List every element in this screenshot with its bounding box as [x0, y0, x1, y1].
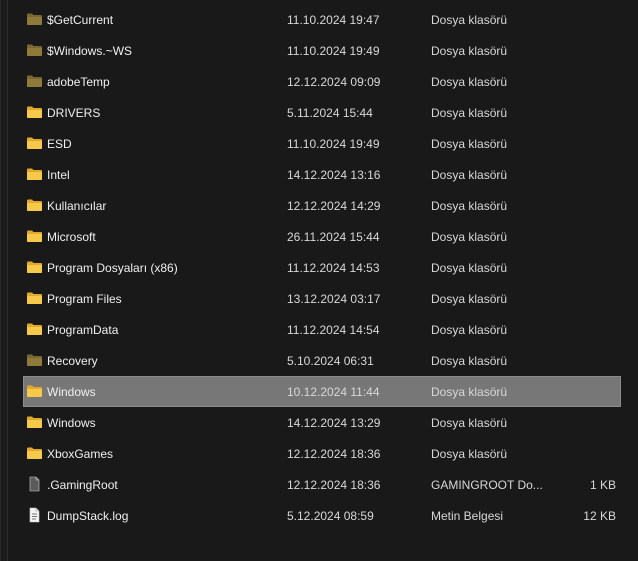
file-type: Dosya klasörü: [431, 230, 508, 244]
file-type: Dosya klasörü: [431, 292, 508, 306]
file-type: Dosya klasörü: [431, 106, 508, 120]
file-type: Dosya klasörü: [431, 385, 508, 399]
file-type: Dosya klasörü: [431, 137, 508, 151]
file-row[interactable]: Program Files 13.12.2024 03:17 Dosya kla…: [23, 283, 621, 314]
folder-dim-icon: [26, 12, 43, 26]
folder-icon: [26, 384, 43, 398]
file-row[interactable]: Kullanıcılar 12.12.2024 14:29 Dosya klas…: [23, 190, 621, 221]
file-modified-date: 11.10.2024 19:47: [287, 13, 380, 27]
file-type: Dosya klasörü: [431, 354, 508, 368]
file-type: Dosya klasörü: [431, 44, 508, 58]
file-name: Intel: [47, 168, 70, 182]
file-explorer-pane: $GetCurrent 11.10.2024 19:47 Dosya klasö…: [0, 0, 638, 561]
file-row[interactable]: $Windows.~WS 11.10.2024 19:49 Dosya klas…: [23, 35, 621, 66]
file-modified-date: 26.11.2024 15:44: [287, 230, 380, 244]
file-row-selected[interactable]: Windows 10.12.2024 11:44 Dosya klasörü: [23, 376, 621, 407]
file-name: $GetCurrent: [47, 13, 114, 27]
file-row[interactable]: ProgramData 11.12.2024 14:54 Dosya klasö…: [23, 314, 621, 345]
file-modified-date: 5.10.2024 06:31: [287, 354, 374, 368]
file-modified-date: 13.12.2024 03:17: [287, 292, 381, 306]
file-modified-date: 14.12.2024 13:16: [287, 168, 381, 182]
file-name: $Windows.~WS: [47, 44, 133, 58]
file-modified-date: 14.12.2024 13:29: [287, 416, 381, 430]
file-name: DRIVERS: [47, 106, 101, 120]
file-modified-date: 5.12.2024 08:59: [287, 509, 374, 523]
file-type: Metin Belgesi: [431, 509, 504, 523]
file-type: Dosya klasörü: [431, 447, 508, 461]
file-type: Dosya klasörü: [431, 199, 508, 213]
folder-icon: [26, 229, 43, 243]
file-name: .GamingRoot: [47, 478, 118, 492]
file-modified-date: 12.12.2024 14:29: [287, 199, 381, 213]
file-type: Dosya klasörü: [431, 168, 508, 182]
folder-icon: [26, 105, 43, 119]
folder-icon: [26, 136, 43, 150]
file-name: Program Files: [47, 292, 122, 306]
file-row[interactable]: DRIVERS 5.11.2024 15:44 Dosya klasörü: [23, 97, 621, 128]
file-row[interactable]: Intel 14.12.2024 13:16 Dosya klasörü: [23, 159, 621, 190]
folder-icon: [26, 322, 43, 336]
file-modified-date: 10.12.2024 11:44: [287, 385, 380, 399]
file-name: Microsoft: [47, 230, 96, 244]
file-name: XboxGames: [47, 447, 114, 461]
folder-dim-icon: [26, 353, 43, 367]
text-file-icon: [26, 507, 43, 523]
folder-icon: [26, 446, 43, 460]
folder-dim-icon: [26, 43, 43, 57]
file-name: Program Dosyaları (x86): [47, 261, 178, 275]
blank-file-icon: [26, 476, 43, 492]
file-modified-date: 11.12.2024 14:53: [287, 261, 380, 275]
navigation-pane-edge[interactable]: [1, 0, 8, 561]
file-modified-date: 12.12.2024 09:09: [287, 75, 381, 89]
file-name: DumpStack.log: [47, 509, 129, 523]
file-row[interactable]: Recovery 5.10.2024 06:31 Dosya klasörü: [23, 345, 621, 376]
file-list: $GetCurrent 11.10.2024 19:47 Dosya klasö…: [23, 4, 621, 531]
file-name: Kullanıcılar: [47, 199, 107, 213]
folder-icon: [26, 415, 43, 429]
file-type: GAMINGROOT Do...: [431, 478, 543, 492]
file-name: ProgramData: [47, 323, 119, 337]
file-name: Windows: [47, 416, 96, 430]
folder-dim-icon: [26, 74, 43, 88]
file-row[interactable]: .GamingRoot 12.12.2024 18:36 GAMINGROOT …: [23, 469, 621, 500]
file-row[interactable]: Windows 14.12.2024 13:29 Dosya klasörü: [23, 407, 621, 438]
file-row[interactable]: adobeTemp 12.12.2024 09:09 Dosya klasörü: [23, 66, 621, 97]
file-size: 1 KB: [589, 478, 616, 492]
file-name: ESD: [47, 137, 72, 151]
folder-icon: [26, 260, 43, 274]
file-modified-date: 11.10.2024 19:49: [287, 137, 380, 151]
file-row[interactable]: $GetCurrent 11.10.2024 19:47 Dosya klasö…: [23, 4, 621, 35]
file-type: Dosya klasörü: [431, 323, 508, 337]
file-name: adobeTemp: [47, 75, 110, 89]
file-row[interactable]: ESD 11.10.2024 19:49 Dosya klasörü: [23, 128, 621, 159]
file-row[interactable]: Microsoft 26.11.2024 15:44 Dosya klasörü: [23, 221, 621, 252]
file-modified-date: 11.10.2024 19:49: [287, 44, 380, 58]
file-type: Dosya klasörü: [431, 13, 508, 27]
folder-icon: [26, 291, 43, 305]
file-row[interactable]: Program Dosyaları (x86) 11.12.2024 14:53…: [23, 252, 621, 283]
file-size: 12 KB: [583, 509, 616, 523]
file-modified-date: 5.11.2024 15:44: [287, 106, 373, 120]
file-type: Dosya klasörü: [431, 75, 508, 89]
file-modified-date: 12.12.2024 18:36: [287, 447, 381, 461]
file-type: Dosya klasörü: [431, 261, 508, 275]
file-name: Recovery: [47, 354, 98, 368]
file-name: Windows: [47, 385, 96, 399]
folder-icon: [26, 198, 43, 212]
file-row[interactable]: DumpStack.log 5.12.2024 08:59 Metin Belg…: [23, 500, 621, 531]
file-type: Dosya klasörü: [431, 416, 508, 430]
file-modified-date: 12.12.2024 18:36: [287, 478, 381, 492]
file-row[interactable]: XboxGames 12.12.2024 18:36 Dosya klasörü: [23, 438, 621, 469]
folder-icon: [26, 167, 43, 181]
file-modified-date: 11.12.2024 14:54: [287, 323, 380, 337]
